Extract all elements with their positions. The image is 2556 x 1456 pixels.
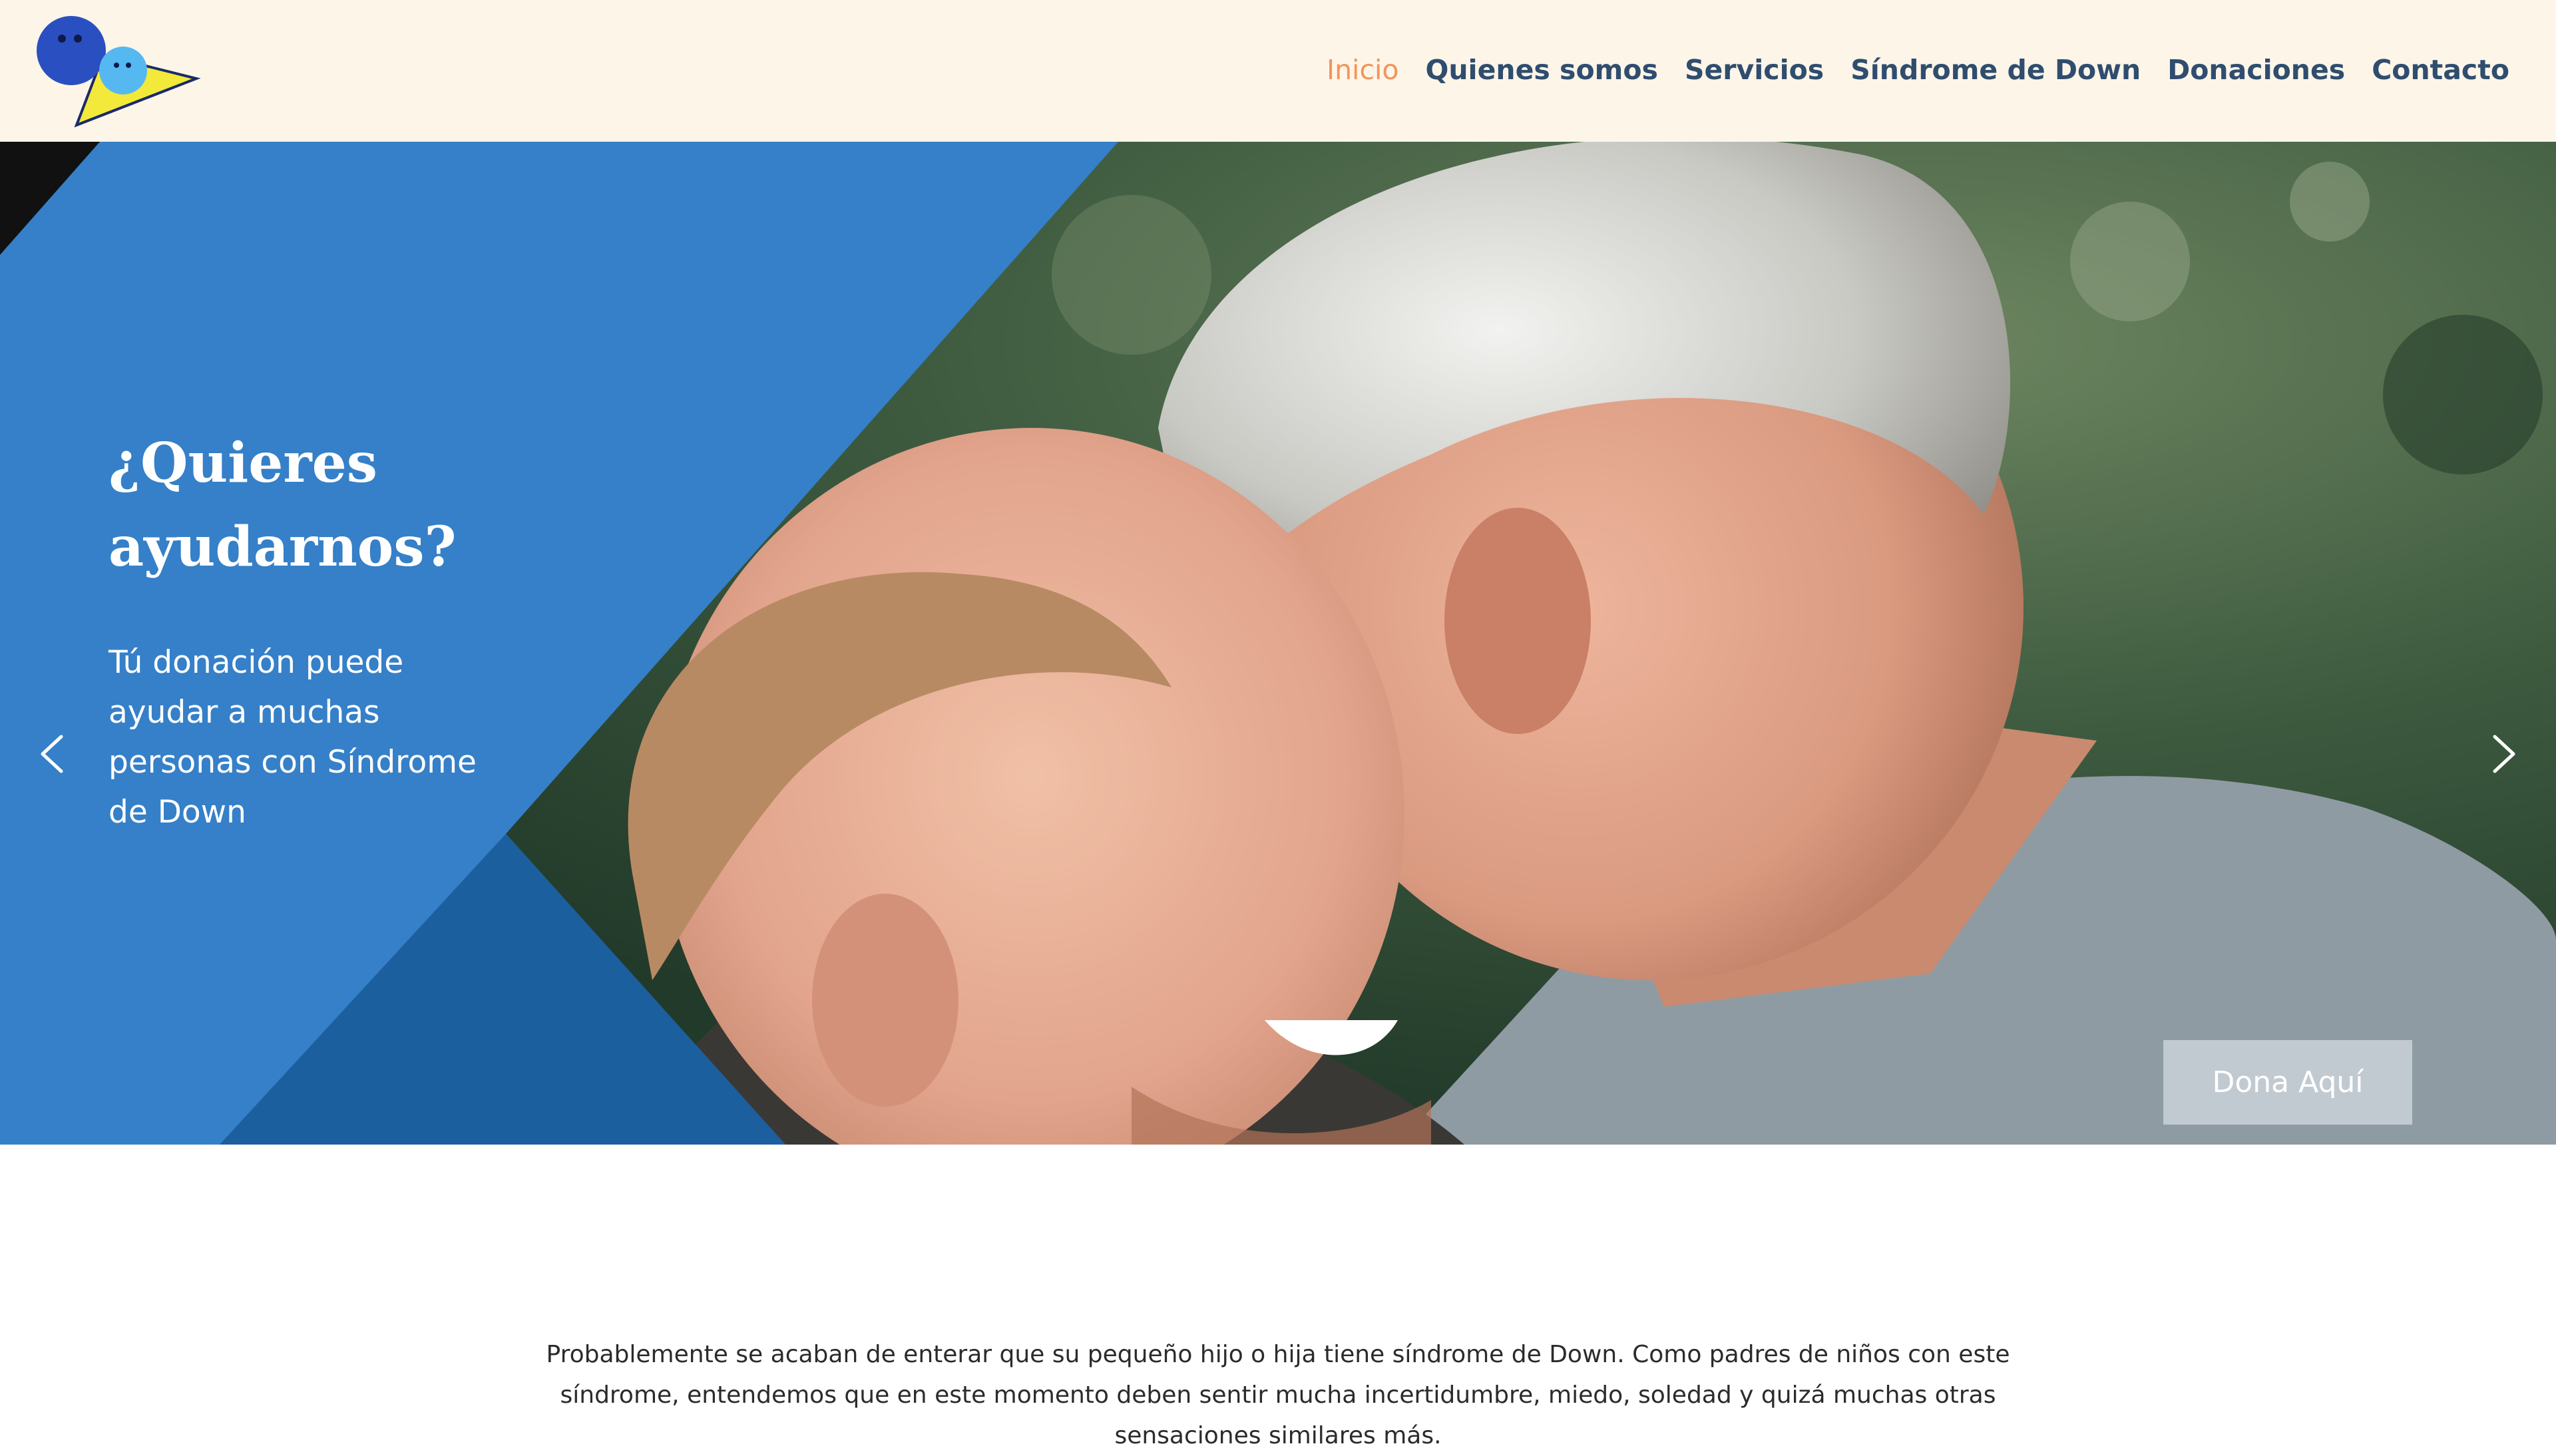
site-header: Inicio Quienes somos Servicios Síndrome …: [0, 0, 2556, 142]
donate-button[interactable]: Dona Aquí: [2163, 1040, 2412, 1125]
nav-item-donaciones[interactable]: Donaciones: [2167, 54, 2345, 86]
nav-item-sindrome-de-down[interactable]: Síndrome de Down: [1850, 54, 2141, 86]
nav-item-quienes-somos[interactable]: Quienes somos: [1425, 54, 1657, 86]
chevron-right-icon[interactable]: [2476, 727, 2529, 781]
main-nav: Inicio Quienes somos Servicios Síndrome …: [1327, 47, 2509, 93]
smiley-faces-logo[interactable]: [30, 12, 203, 132]
hero-title: ¿Quieres ayudarnos?: [108, 431, 457, 579]
chevron-left-icon[interactable]: [27, 727, 80, 781]
hero-slider: ¿Quieres ayudarnos? Tú donación puede ay…: [0, 142, 2556, 1145]
hero-text: Tú donación puede ayudar a muchas person…: [108, 644, 477, 830]
nav-item-servicios[interactable]: Servicios: [1685, 54, 1824, 86]
nav-item-inicio[interactable]: Inicio: [1327, 54, 1399, 86]
intro-paragraph: Probablemente se acaban de enterar que s…: [546, 1341, 2010, 1449]
nav-item-contacto[interactable]: Contacto: [2372, 54, 2509, 86]
